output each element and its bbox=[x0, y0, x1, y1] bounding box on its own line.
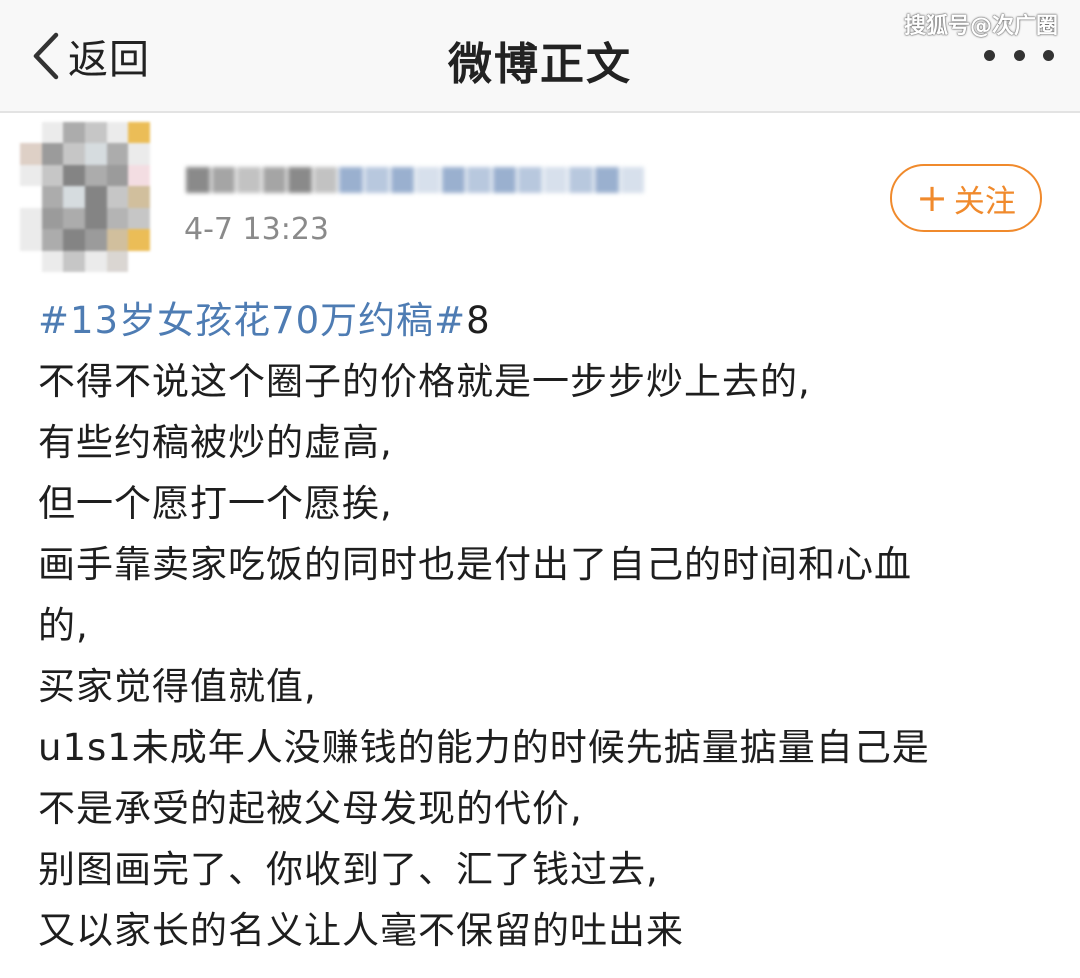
post-text-line: 但一个愿打一个愿挨, bbox=[38, 482, 393, 525]
post-text-line: 不得不说这个圈子的价格就是一步步炒上去的, bbox=[38, 360, 811, 403]
more-dots-icon[interactable] bbox=[984, 44, 1054, 66]
post-text-line: 画手靠卖家吃饭的同时也是付出了自己的时间和心血 bbox=[38, 543, 912, 586]
post-timestamp: 4-7 13:23 bbox=[184, 212, 329, 247]
post-text-line: 不是承受的起被父母发现的代价, bbox=[38, 787, 583, 830]
post-text-line: 有些约稿被炒的虚高, bbox=[38, 421, 393, 464]
top-nav-bar: 返回 微博正文 搜狐号@次广圈 bbox=[0, 0, 1080, 113]
avatar[interactable] bbox=[20, 122, 150, 272]
post-body: #13岁女孩花70万约稿#8 不得不说这个圈子的价格就是一步步炒上去的, 有些约… bbox=[38, 290, 1058, 961]
topic-hashtag-link[interactable]: #13岁女孩花70万约稿# bbox=[38, 299, 466, 342]
post-text-line: 买家觉得值就值, bbox=[38, 665, 317, 708]
post-text-line: 的, bbox=[38, 604, 89, 647]
topic-suffix: 8 bbox=[466, 299, 491, 342]
post-text-line: u1s1未成年人没赚钱的能力的时候先掂量掂量自己是 bbox=[38, 726, 930, 769]
post-text-line: 别图画完了、你收到了、汇了钱过去, bbox=[38, 848, 659, 891]
post-text-line: 又以家长的名义让人毫不保留的吐出来 bbox=[38, 909, 684, 952]
plus-icon: + bbox=[916, 176, 948, 220]
username-blurred[interactable] bbox=[186, 160, 646, 200]
follow-button[interactable]: + 关注 bbox=[890, 164, 1042, 232]
watermark: 搜狐号@次广圈 bbox=[904, 14, 1059, 39]
follow-label: 关注 bbox=[953, 183, 1016, 220]
topic-line: #13岁女孩花70万约稿#8 bbox=[38, 290, 1058, 351]
